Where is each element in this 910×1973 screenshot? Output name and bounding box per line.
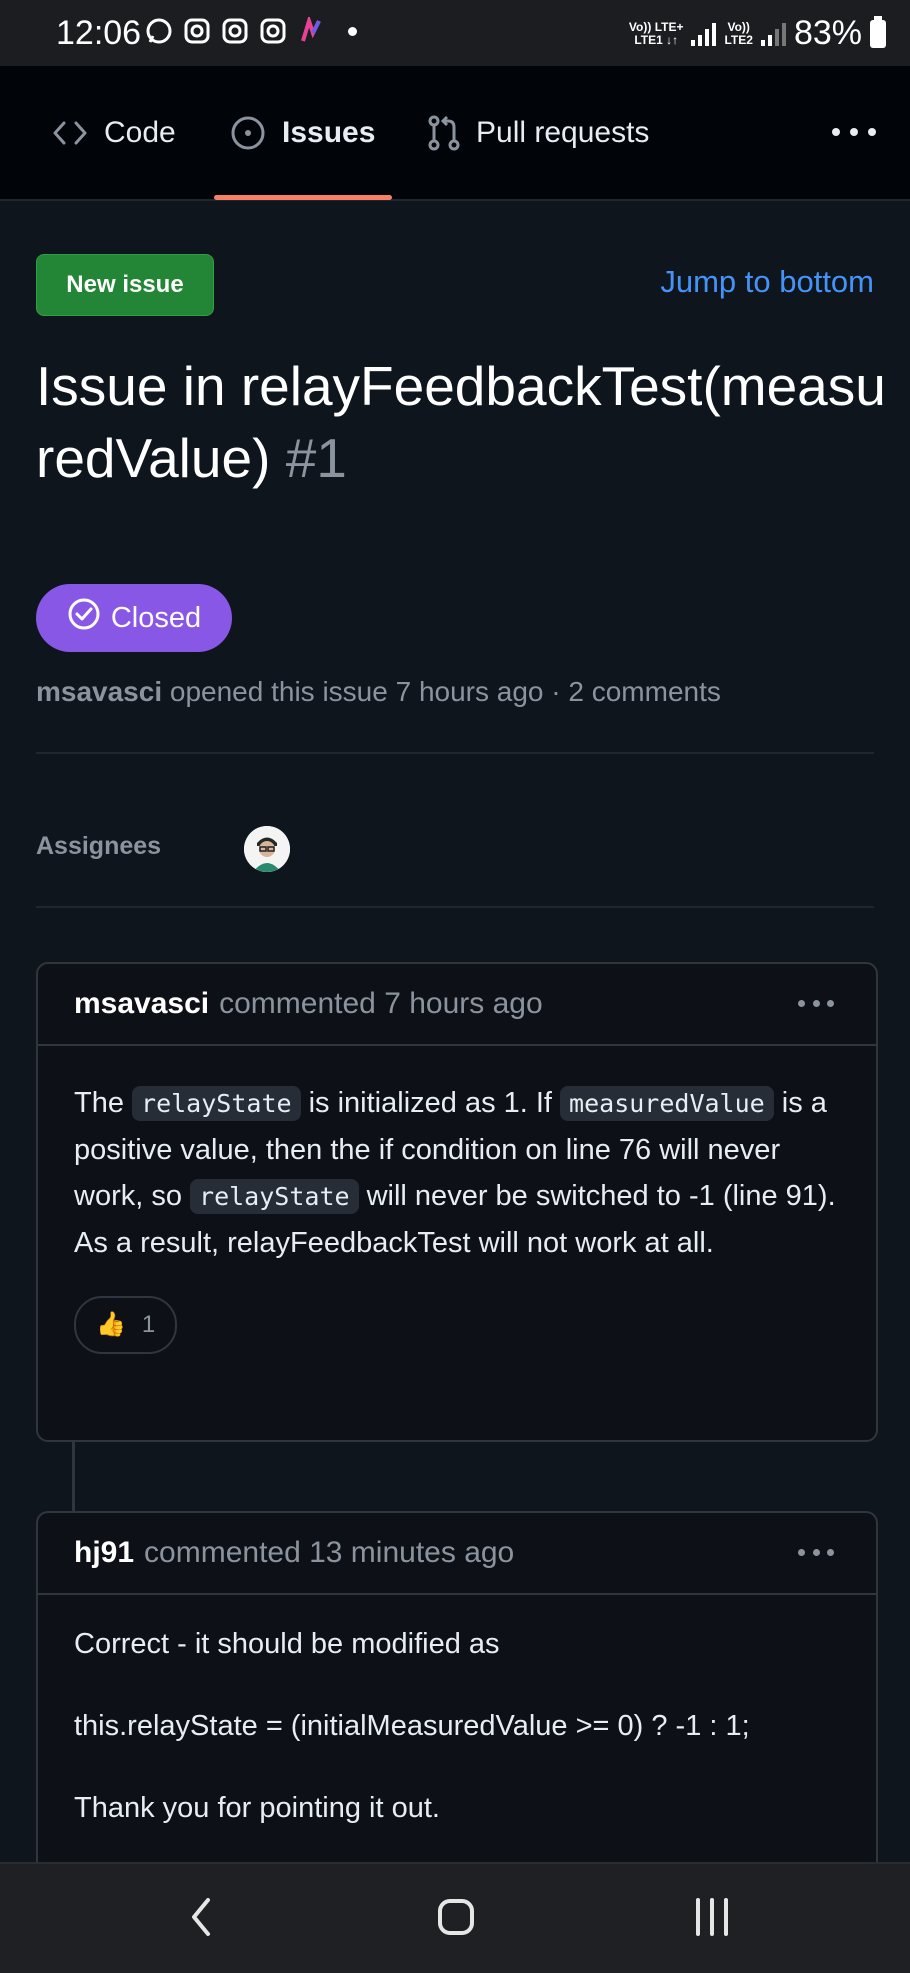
comment-time: commented 13 minutes ago xyxy=(144,1536,515,1569)
battery-icon xyxy=(870,15,886,48)
check-circle-icon xyxy=(67,597,101,639)
issue-title-text: Issue in relayFeedbackTest(measuredValue… xyxy=(36,355,886,489)
issue-title: Issue in relayFeedbackTest(measuredValue… xyxy=(36,350,886,494)
comment-text: is initialized as 1. If xyxy=(300,1087,561,1119)
more-icon[interactable] xyxy=(798,1000,834,1008)
network-2: Vo)) LTE2 xyxy=(724,19,753,47)
thumbs-up-icon: 👍 xyxy=(96,1311,126,1338)
repo-tab-bar: Code Issues Pull requests xyxy=(0,66,910,201)
jump-to-bottom-link[interactable]: Jump to bottom xyxy=(660,264,874,300)
signal-2-icon xyxy=(760,22,786,46)
assignees-label: Assignees xyxy=(36,832,162,860)
comment-author[interactable]: hj91 xyxy=(74,1536,134,1570)
comment-body: Correct - it should be modified as this.… xyxy=(38,1595,876,1831)
signal-1-icon xyxy=(691,22,717,46)
timeline-line xyxy=(72,1442,75,1514)
tab-pull-requests[interactable]: Pull requests xyxy=(428,66,649,199)
status-badge: Closed xyxy=(36,584,232,652)
status-time: 12:06 xyxy=(56,14,142,52)
comment-paragraph: Correct - it should be modified as xyxy=(74,1628,500,1660)
comment-card: msavasci commented 7 hours ago The relay… xyxy=(36,962,878,1442)
comment-text: The xyxy=(74,1087,133,1119)
issue-meta-text: opened this issue 7 hours ago · 2 commen… xyxy=(169,676,721,707)
inline-code: relayState xyxy=(190,1179,359,1214)
back-icon[interactable] xyxy=(186,1894,216,1945)
comment-time: commented 7 hours ago xyxy=(219,987,543,1020)
inline-code: measuredValue xyxy=(560,1086,774,1121)
status-badge-label: Closed xyxy=(110,601,202,634)
comment-paragraph: this.relayState = (initialMeasuredValue … xyxy=(74,1710,750,1742)
tab-code[interactable]: Code xyxy=(52,66,176,199)
comment-paragraph: Thank you for pointing it out. xyxy=(74,1792,440,1824)
instagram-icon xyxy=(258,16,288,46)
comment-author[interactable]: msavasci xyxy=(74,987,209,1021)
whatsapp-icon xyxy=(144,16,174,46)
avatar[interactable] xyxy=(244,826,290,872)
issue-icon xyxy=(230,115,266,151)
tab-code-label: Code xyxy=(104,115,176,149)
active-tab-indicator xyxy=(214,195,392,200)
issue-author-link[interactable]: msavasci xyxy=(36,676,162,707)
comment-card: hj91 commented 13 minutes ago Correct - … xyxy=(36,1511,878,1893)
comment-header: msavasci commented 7 hours ago xyxy=(38,964,876,1046)
tab-issues[interactable]: Issues xyxy=(230,66,375,199)
status-bar: 12:06 Vo)) LTE+ LTE1 ↓↑ Vo)) LTE2 83% xyxy=(0,0,910,66)
issue-meta: msavasci opened this issue 7 hours ago ·… xyxy=(36,676,721,708)
system-nav-bar xyxy=(0,1862,910,1973)
instagram-icon xyxy=(220,16,250,46)
new-issue-button[interactable]: New issue xyxy=(36,254,214,316)
reaction-count: 1 xyxy=(141,1311,156,1338)
instagram-icon xyxy=(182,16,212,46)
comment-header: hj91 commented 13 minutes ago xyxy=(38,1513,876,1595)
comment-body: The relayState is initialized as 1. If m… xyxy=(38,1046,876,1354)
battery-text: 83% xyxy=(793,14,862,52)
more-notifications-dot xyxy=(348,26,357,36)
home-icon[interactable] xyxy=(436,1894,476,1945)
thumbs-up-reaction[interactable]: 👍 1 xyxy=(74,1296,178,1354)
more-icon[interactable] xyxy=(798,1549,834,1557)
issue-number: #1 xyxy=(285,427,347,489)
tab-issues-label: Issues xyxy=(282,115,376,149)
recents-icon[interactable] xyxy=(692,1894,732,1945)
divider xyxy=(36,752,874,754)
network-1: Vo)) LTE+ LTE1 ↓↑ xyxy=(628,19,684,47)
pull-request-icon xyxy=(428,115,460,151)
inline-code: relayState xyxy=(132,1086,301,1121)
more-icon[interactable] xyxy=(832,114,876,150)
tab-pull-requests-label: Pull requests xyxy=(476,115,650,149)
code-icon xyxy=(52,119,88,147)
status-right: Vo)) LTE+ LTE1 ↓↑ Vo)) LTE2 83% xyxy=(629,14,886,53)
app-icon xyxy=(296,16,326,46)
notification-icons xyxy=(144,16,357,46)
divider xyxy=(36,906,874,908)
